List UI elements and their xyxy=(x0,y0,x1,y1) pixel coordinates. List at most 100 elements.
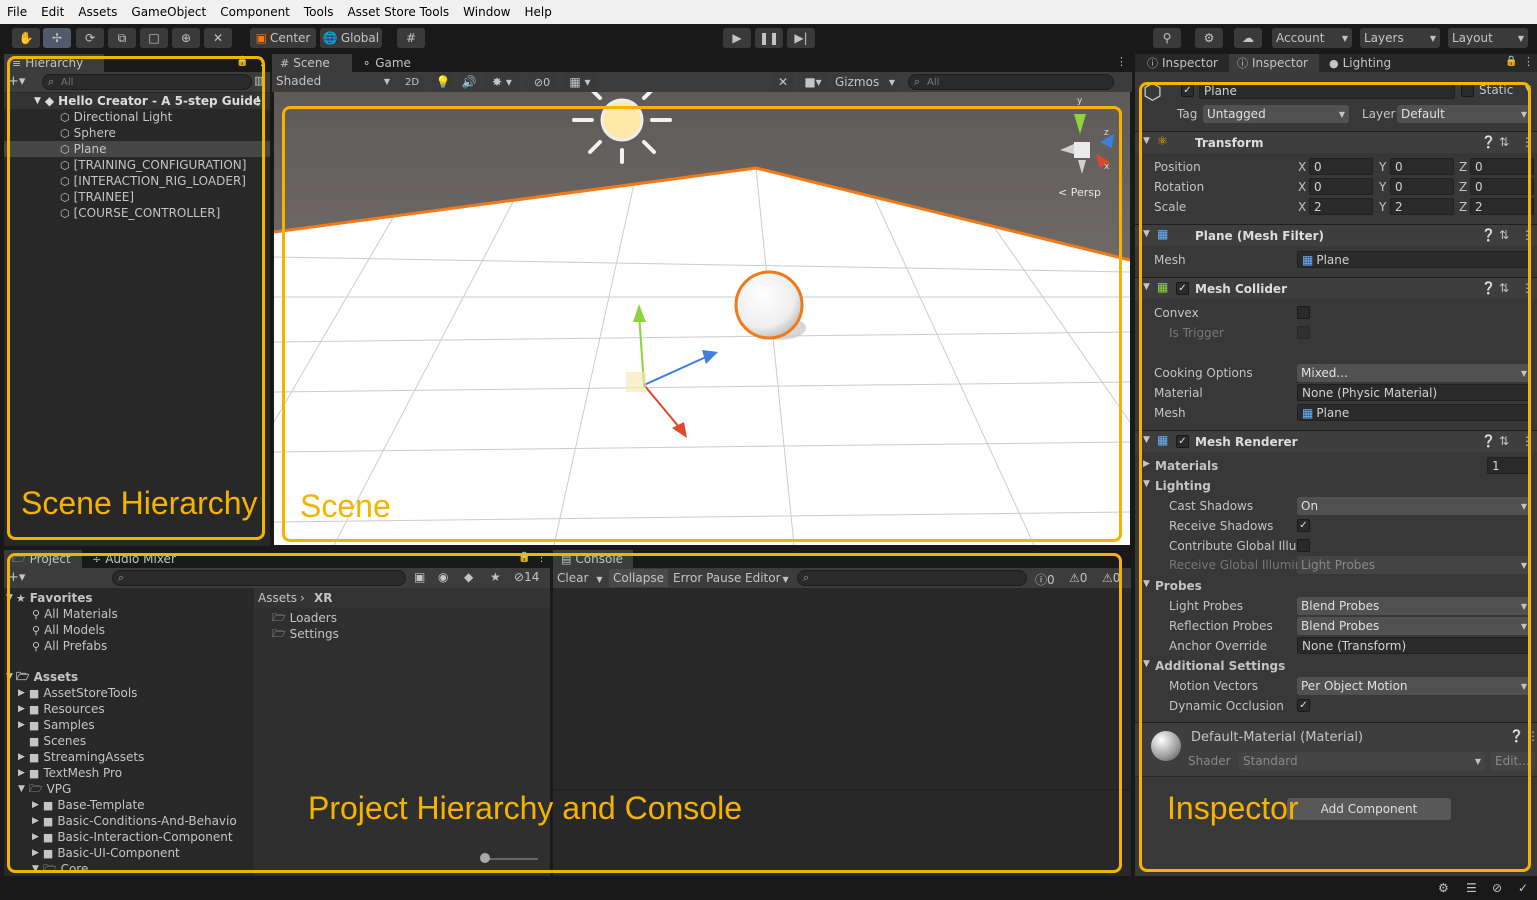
debug-off-icon[interactable]: ⊘ xyxy=(1492,881,1502,895)
pivot-global-button[interactable]: 🌐 Global xyxy=(320,28,382,48)
favorite-item[interactable]: ⚲ All Prefabs xyxy=(32,638,107,654)
menu-assets[interactable]: Assets xyxy=(71,5,124,19)
component-more-icon[interactable]: ⋮ xyxy=(1521,135,1533,149)
sphere-object[interactable] xyxy=(734,270,804,340)
layout-dropdown[interactable]: Layout ▼ xyxy=(1448,28,1528,48)
scene-filter-icon[interactable]: ▥ xyxy=(254,74,264,87)
help-icon[interactable]: ❔ xyxy=(1481,434,1496,448)
help-icon[interactable]: ❔ xyxy=(1481,135,1496,149)
shader-dropdown[interactable]: Standard xyxy=(1239,752,1485,770)
scale-x-field[interactable]: 2 xyxy=(1309,198,1373,215)
hierarchy-item[interactable]: ⬡ [TRAINING_CONFIGURATION] xyxy=(4,157,270,173)
assets-header[interactable]: ▼ 🗁 Assets xyxy=(6,669,78,685)
error-pause-button[interactable]: Error Pause xyxy=(673,571,741,585)
convex-checkbox[interactable] xyxy=(1297,306,1310,319)
vpg-folder[interactable]: ▶ ■ Base-Template xyxy=(32,797,145,813)
hand-tool-icon[interactable]: ✋ xyxy=(12,28,40,48)
scale-tool-icon[interactable]: ⧉ xyxy=(108,28,136,48)
icon-size-slider[interactable] xyxy=(482,858,538,860)
hierarchy-item[interactable]: ⬡ [TRAINEE] xyxy=(4,189,270,205)
favorite-star-icon[interactable]: ★ xyxy=(490,570,501,584)
scene-root-row[interactable]: ▼ ◆ Hello Creator - A 5-step Guide ⋮ xyxy=(4,93,270,109)
light-probes-dropdown[interactable]: Blend Probes xyxy=(1297,597,1531,615)
mesh-renderer-enabled-checkbox[interactable]: ✓ xyxy=(1176,435,1189,448)
lighting-toggle-icon[interactable]: 💡 xyxy=(432,73,454,91)
create-add-icon[interactable]: +▾ xyxy=(8,74,25,89)
menu-window[interactable]: Window xyxy=(456,5,517,19)
scene-search-input[interactable]: All xyxy=(908,74,1114,90)
presets-icon[interactable]: ⇅ xyxy=(1499,135,1509,149)
console-search-input[interactable] xyxy=(797,570,1027,586)
more-menu-icon[interactable]: ⋮ xyxy=(256,55,267,68)
menu-tools[interactable]: Tools xyxy=(297,5,341,19)
persp-label[interactable]: < Persp xyxy=(1058,186,1101,199)
cooking-options-dropdown[interactable]: Mixed... xyxy=(1297,364,1531,382)
scene-viewport[interactable]: y z x < Persp xyxy=(274,92,1130,545)
position-z-field[interactable]: 0 xyxy=(1470,158,1534,175)
rotation-y-field[interactable]: 0 xyxy=(1390,178,1454,195)
object-name-field[interactable]: Plane xyxy=(1199,82,1455,99)
tab-console[interactable]: ▤ Console xyxy=(553,550,633,568)
shading-mode-dropdown[interactable]: Shaded ▼ xyxy=(276,74,392,90)
collider-mesh-field[interactable]: ▦ Plane xyxy=(1297,404,1531,421)
grid-toggle-icon[interactable]: ▦ ▾ xyxy=(562,73,598,91)
breadcrumb-assets[interactable]: Assets xyxy=(258,591,297,605)
vpg-folder[interactable]: ▶ ■ Basic-Conditions-And-Behavio xyxy=(32,813,237,829)
account-dropdown[interactable]: Account ▼ xyxy=(1272,28,1352,48)
bug-icon[interactable]: ⚙ xyxy=(1438,881,1449,895)
menu-asset-store-tools[interactable]: Asset Store Tools xyxy=(340,5,456,19)
menu-help[interactable]: Help xyxy=(518,5,559,19)
check-circle-icon[interactable]: ✓ xyxy=(1518,881,1528,895)
tab-inspector-2[interactable]: ⓘ Inspector xyxy=(1229,54,1319,72)
tools-icon[interactable]: ✕ xyxy=(772,73,794,91)
anchor-override-field[interactable]: None (Transform) xyxy=(1297,637,1531,654)
pause-button[interactable]: ❚❚ xyxy=(755,28,783,48)
gizmos-dropdown[interactable]: Gizmos ▼ xyxy=(832,73,898,91)
fold-arrow-icon[interactable]: ▼ xyxy=(1143,435,1150,445)
editor-dropdown[interactable]: Editor ▼ xyxy=(745,571,789,585)
component-more-icon[interactable]: ⋮ xyxy=(1521,228,1533,242)
receive-gi-dropdown[interactable]: Light Probes xyxy=(1297,556,1531,574)
tab-scene[interactable]: # Scene xyxy=(272,54,352,72)
asset-folder-vpg[interactable]: ▼ 🗁 VPG xyxy=(18,781,71,797)
layer-dropdown[interactable]: Default xyxy=(1397,105,1531,123)
component-more-icon[interactable]: ⋮ xyxy=(1521,281,1533,295)
inspector-lock-icon[interactable]: 🔒 xyxy=(1505,56,1517,67)
static-dropdown-icon[interactable]: ▼ xyxy=(1525,84,1531,93)
lock-icon[interactable]: 🔒 xyxy=(236,56,248,67)
hidden-objects-toggle[interactable]: ⊘ 0 xyxy=(526,73,558,91)
filter-type-icon[interactable]: ◉ xyxy=(438,570,448,584)
favorite-item[interactable]: ⚲ All Models xyxy=(32,622,105,638)
tab-lighting[interactable]: ● Lighting xyxy=(1321,54,1401,72)
help-icon[interactable]: ❔ xyxy=(1481,228,1496,242)
folder-item[interactable]: 🗁 Settings xyxy=(272,626,339,642)
play-button[interactable]: ▶ xyxy=(723,28,751,48)
presets-icon[interactable]: ⇅ xyxy=(1499,281,1509,295)
add-component-button[interactable]: Add Component xyxy=(1287,798,1451,820)
hierarchy-search-input[interactable]: All xyxy=(42,74,252,90)
hierarchy-item[interactable]: ⬡ Directional Light xyxy=(4,109,270,125)
motion-vectors-dropdown[interactable]: Per Object Motion xyxy=(1297,677,1531,695)
asset-folder[interactable]: ▶ ■ Samples xyxy=(18,717,95,733)
position-y-field[interactable]: 0 xyxy=(1390,158,1454,175)
mesh-collider-header[interactable]: ▼ ▦ ✓ Mesh Collider ❔ ⇅ ⋮ xyxy=(1135,277,1537,299)
clear-options-icon[interactable]: ▼ xyxy=(596,575,602,584)
breadcrumb-xr[interactable]: XR xyxy=(314,591,333,605)
physic-material-field[interactable]: None (Physic Material) xyxy=(1297,384,1531,401)
tab-audio-mixer[interactable]: ∻ Audio Mixer xyxy=(84,550,184,568)
menu-component[interactable]: Component xyxy=(213,5,297,19)
mesh-filter-header[interactable]: ▼ ▦ Plane (Mesh Filter) ❔ ⇅ ⋮ xyxy=(1135,224,1537,246)
favorite-item[interactable]: ⚲ All Materials xyxy=(32,606,118,622)
component-more-icon[interactable]: ⋮ xyxy=(1521,434,1533,448)
fold-arrow-icon[interactable]: ▼ xyxy=(1143,659,1150,669)
asset-folder[interactable]: ▶ ■ AssetStoreTools xyxy=(18,685,137,701)
position-x-field[interactable]: 0 xyxy=(1309,158,1373,175)
tab-hierarchy[interactable]: ≡ Hierarchy xyxy=(4,54,104,72)
tag-dropdown[interactable]: Untagged xyxy=(1203,105,1349,123)
icon-size-slider-thumb[interactable] xyxy=(480,853,490,863)
fold-arrow-icon[interactable]: ▼ xyxy=(1143,136,1150,146)
vpg-folder[interactable]: ▼ 🗁 Core xyxy=(32,861,88,877)
hierarchy-item[interactable]: ⬡ [INTERACTION_RIG_LOADER] xyxy=(4,173,270,189)
warning-count-toggle[interactable]: ⚠0 xyxy=(1069,571,1087,585)
audio-toggle-icon[interactable]: 🔊 xyxy=(458,73,480,91)
